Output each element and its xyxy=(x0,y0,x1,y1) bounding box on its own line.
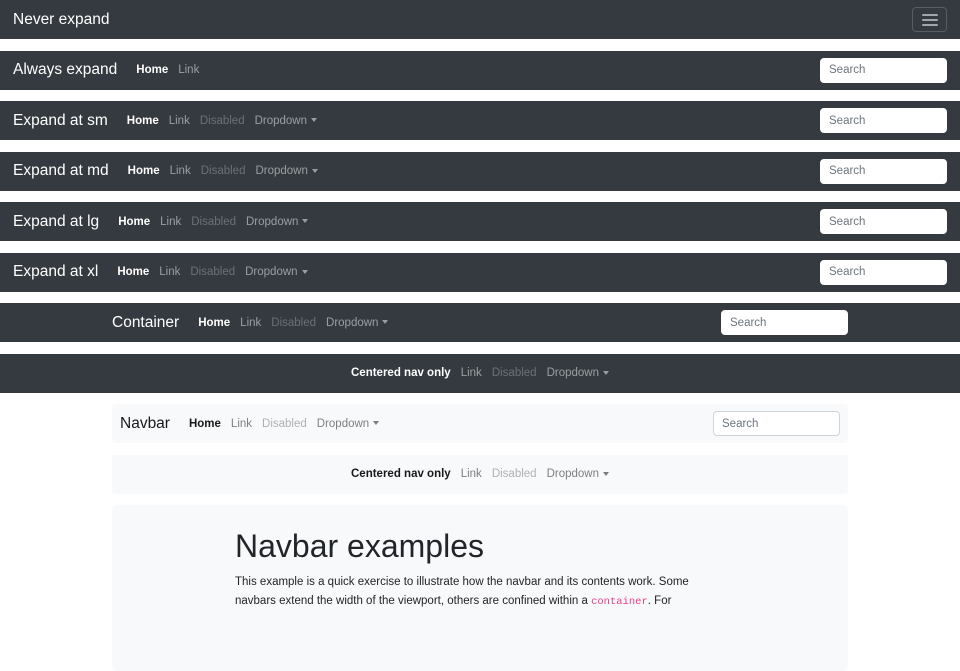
nav-item-dropdown[interactable]: Dropdown xyxy=(542,367,614,379)
navbar-container-inner: Container Home Link Disabled Dropdown xyxy=(112,303,848,342)
search-input[interactable] xyxy=(820,108,947,133)
nav-links: Centered nav only Link Disabled Dropdown xyxy=(346,468,614,480)
navbar-container: Container Home Link Disabled Dropdown xyxy=(0,303,960,342)
search-input[interactable] xyxy=(721,310,848,335)
search-input[interactable] xyxy=(820,209,947,234)
nav-item-link[interactable]: Link xyxy=(226,418,257,430)
dropdown-label: Dropdown xyxy=(547,367,599,379)
nav-item-disabled: Disabled xyxy=(266,317,321,329)
search-input[interactable] xyxy=(713,411,840,436)
nav-item-link[interactable]: Link xyxy=(173,64,204,76)
search-input[interactable] xyxy=(820,58,947,83)
nav-item-link[interactable]: Link xyxy=(155,216,186,228)
intro-paragraph: This example is a quick exercise to illu… xyxy=(235,573,725,610)
dropdown-label: Dropdown xyxy=(317,418,369,430)
nav-item-home[interactable]: Home xyxy=(123,165,165,177)
nav-item-link[interactable]: Link xyxy=(456,468,487,480)
nav-item-disabled: Disabled xyxy=(185,266,240,278)
navbar-expand-lg: Expand at lg Home Link Disabled Dropdown xyxy=(0,202,960,241)
navbar-toggler-button[interactable] xyxy=(912,7,947,32)
nav-links: Centered nav only Link Disabled Dropdown xyxy=(346,367,614,379)
search-input[interactable] xyxy=(820,159,947,184)
navbar-always-expand: Always expand Home Link xyxy=(0,51,960,90)
nav-item-dropdown[interactable]: Dropdown xyxy=(321,317,393,329)
nav-item-centered-nav-only[interactable]: Centered nav only xyxy=(346,367,456,379)
nav-item-centered-nav-only[interactable]: Centered nav only xyxy=(346,468,456,480)
caret-down-icon xyxy=(603,472,609,476)
hamburger-icon xyxy=(922,24,938,26)
nav-item-home[interactable]: Home xyxy=(112,266,154,278)
nav-item-disabled: Disabled xyxy=(257,418,312,430)
nav-links: Home Link Disabled Dropdown xyxy=(123,165,323,177)
caret-down-icon xyxy=(382,320,388,324)
navbar-expand-md: Expand at md Home Link Disabled Dropdown xyxy=(0,152,960,191)
dropdown-label: Dropdown xyxy=(547,468,599,480)
nav-item-link[interactable]: Link xyxy=(164,115,195,127)
intro-text-after: . For xyxy=(648,595,672,607)
navbar-expand-xl: Expand at xl Home Link Disabled Dropdown xyxy=(0,253,960,292)
jumbotron-content: Navbar examples This example is a quick … xyxy=(235,527,725,611)
nav-item-link[interactable]: Link xyxy=(456,367,487,379)
nav-item-dropdown[interactable]: Dropdown xyxy=(312,418,384,430)
nav-item-dropdown[interactable]: Dropdown xyxy=(240,266,312,278)
brand-expand-md[interactable]: Expand at md xyxy=(13,162,109,180)
nav-item-dropdown[interactable]: Dropdown xyxy=(241,216,313,228)
nav-item-link[interactable]: Link xyxy=(235,317,266,329)
navbar-centered-dark: Centered nav only Link Disabled Dropdown xyxy=(0,354,960,393)
nav-item-disabled: Disabled xyxy=(195,115,250,127)
dropdown-label: Dropdown xyxy=(245,266,297,278)
nav-links: Home Link Disabled Dropdown xyxy=(193,317,393,329)
caret-down-icon xyxy=(302,219,308,223)
search-input[interactable] xyxy=(820,260,947,285)
container-code-literal: container xyxy=(591,596,648,608)
nav-item-home[interactable]: Home xyxy=(184,418,226,430)
page-title: Navbar examples xyxy=(235,527,725,565)
navbar-light: Navbar Home Link Disabled Dropdown xyxy=(112,404,848,443)
hamburger-icon xyxy=(922,14,938,16)
brand-navbar[interactable]: Navbar xyxy=(120,415,170,433)
caret-down-icon xyxy=(373,421,379,425)
brand-expand-lg[interactable]: Expand at lg xyxy=(13,213,99,231)
caret-down-icon xyxy=(603,371,609,375)
nav-links: Home Link xyxy=(131,64,204,76)
nav-item-disabled: Disabled xyxy=(487,468,542,480)
nav-item-dropdown[interactable]: Dropdown xyxy=(250,165,322,177)
hamburger-icon xyxy=(922,19,938,21)
nav-links: Home Link Disabled Dropdown xyxy=(112,266,312,278)
brand-expand-sm[interactable]: Expand at sm xyxy=(13,112,108,130)
nav-links: Home Link Disabled Dropdown xyxy=(122,115,322,127)
dropdown-label: Dropdown xyxy=(246,216,298,228)
brand-expand-xl[interactable]: Expand at xl xyxy=(13,263,98,281)
nav-item-disabled: Disabled xyxy=(186,216,241,228)
brand-never-expand[interactable]: Never expand xyxy=(13,11,110,29)
caret-down-icon xyxy=(311,118,317,122)
jumbotron: Navbar examples This example is a quick … xyxy=(112,505,848,671)
caret-down-icon xyxy=(312,169,318,173)
navbar-expand-sm: Expand at sm Home Link Disabled Dropdown xyxy=(0,101,960,140)
dropdown-label: Dropdown xyxy=(255,115,307,127)
navbar-never-expand: Never expand xyxy=(0,0,960,39)
nav-links: Home Link Disabled Dropdown xyxy=(113,216,313,228)
nav-item-link[interactable]: Link xyxy=(154,266,185,278)
nav-item-home[interactable]: Home xyxy=(122,115,164,127)
nav-item-disabled: Disabled xyxy=(196,165,251,177)
navbar-centered-light: Centered nav only Link Disabled Dropdown xyxy=(112,455,848,494)
caret-down-icon xyxy=(302,270,308,274)
nav-item-home[interactable]: Home xyxy=(193,317,235,329)
brand-always-expand[interactable]: Always expand xyxy=(13,61,117,79)
brand-container[interactable]: Container xyxy=(112,314,179,332)
nav-item-dropdown[interactable]: Dropdown xyxy=(542,468,614,480)
dropdown-label: Dropdown xyxy=(326,317,378,329)
dropdown-label: Dropdown xyxy=(255,165,307,177)
nav-item-dropdown[interactable]: Dropdown xyxy=(250,115,322,127)
nav-links: Home Link Disabled Dropdown xyxy=(184,418,384,430)
nav-item-home[interactable]: Home xyxy=(131,64,173,76)
nav-item-disabled: Disabled xyxy=(487,367,542,379)
nav-item-link[interactable]: Link xyxy=(165,165,196,177)
nav-item-home[interactable]: Home xyxy=(113,216,155,228)
